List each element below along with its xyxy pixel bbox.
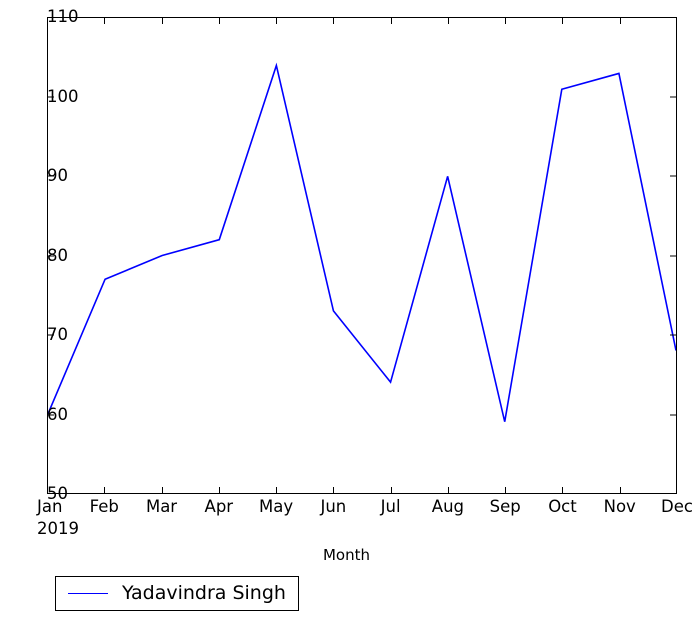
x-axis-tick-label: Sep	[489, 497, 521, 516]
x-axis-tick-label: Oct	[548, 497, 577, 516]
x-axis-tick-mark	[505, 18, 507, 24]
x-axis-tick-mark	[218, 487, 220, 493]
x-axis-tick-mark	[619, 487, 621, 493]
x-axis-tick-label: Aug	[431, 497, 465, 516]
y-axis-tick-mark	[48, 334, 54, 336]
x-axis-tick-mark	[562, 18, 564, 24]
chart-legend: Yadavindra Singh	[55, 576, 299, 611]
x-axis-title: Month	[322, 546, 370, 564]
x-axis-tick-label: Jan	[37, 497, 63, 516]
line-series-svg	[48, 18, 676, 493]
x-axis-tick-mark	[447, 487, 449, 493]
x-axis-tick-label: Jul	[380, 497, 401, 516]
y-axis-tick-mark	[48, 175, 54, 177]
x-axis-tick-mark	[390, 487, 392, 493]
x-axis-tick-mark	[276, 18, 278, 24]
y-axis-tick-mark	[48, 96, 54, 97]
y-axis-tick-mark	[670, 414, 676, 415]
x-axis-tick-mark	[505, 487, 507, 493]
x-axis-tick-mark	[104, 487, 106, 493]
x-axis-tick-label: Apr	[204, 497, 234, 516]
x-axis-tick-mark	[562, 487, 564, 493]
x-axis-tick-mark	[104, 18, 106, 24]
x-axis-tick-mark	[447, 18, 449, 24]
x-axis-era-label: 2019	[37, 519, 79, 538]
legend-label: Yadavindra Singh	[122, 582, 286, 604]
y-axis-tick-label: 110	[47, 8, 79, 26]
x-axis-tick-label: Jun	[320, 497, 347, 516]
legend-line-swatch	[68, 593, 108, 594]
x-axis-tick-mark	[276, 487, 278, 493]
x-axis-tick-mark	[619, 18, 621, 24]
y-axis-tick-mark	[670, 175, 676, 177]
x-axis-tick-label: Feb	[89, 497, 119, 516]
x-axis-tick-label: Nov	[603, 497, 636, 516]
x-axis-tick-mark	[390, 18, 392, 24]
x-axis-tick-mark	[333, 18, 335, 24]
x-axis-tick-mark	[161, 18, 163, 24]
y-axis-tick-mark	[670, 334, 676, 336]
y-axis-tick-mark	[670, 255, 676, 256]
x-axis-tick-label: Dec	[661, 497, 693, 516]
x-axis-tick-mark	[333, 487, 335, 493]
x-axis-tick-label: May	[259, 497, 294, 516]
series-line-yadavindra-singh	[48, 66, 676, 422]
x-axis-tick-label: Mar	[145, 497, 178, 516]
y-axis-tick-mark	[48, 414, 54, 415]
chart-figure: 5060708090100110 JanFebMarAprMayJunJulAu…	[0, 0, 693, 621]
y-axis-tick-mark	[670, 96, 676, 97]
x-axis-tick-mark	[218, 18, 220, 24]
y-axis-tick-mark	[48, 255, 54, 256]
plot-area	[47, 17, 677, 494]
x-axis-tick-mark	[161, 487, 163, 493]
